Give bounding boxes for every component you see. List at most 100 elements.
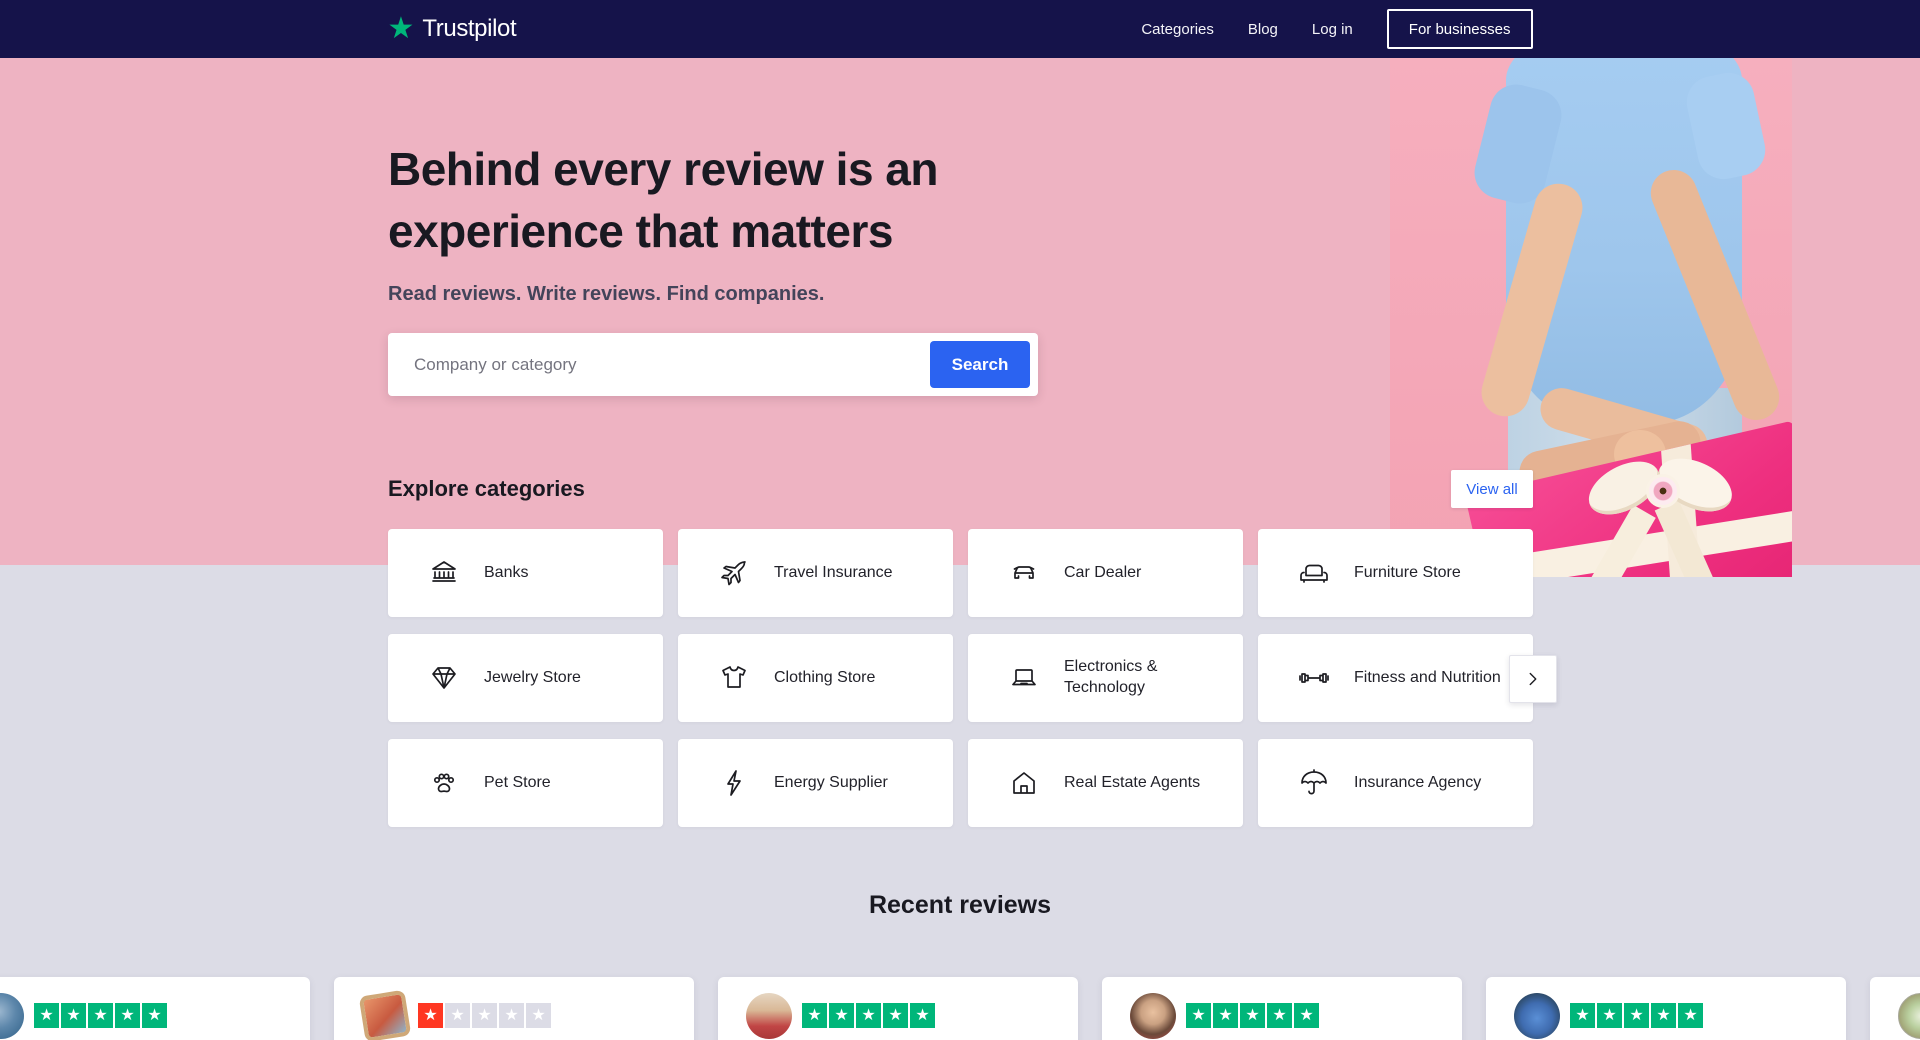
explore-categories-heading: Explore categories bbox=[388, 476, 585, 501]
chevron-right-icon bbox=[1529, 672, 1537, 686]
reviewer-avatar bbox=[1130, 993, 1176, 1039]
nav-links: Categories Blog Log in For businesses bbox=[1141, 9, 1533, 49]
bank-icon bbox=[428, 557, 460, 589]
nav-link-blog[interactable]: Blog bbox=[1248, 21, 1278, 38]
sofa-icon bbox=[1298, 557, 1330, 589]
main-content: Behind every review is an experience tha… bbox=[388, 58, 1533, 978]
star-rating-5-of-5: ★ ★ ★ ★ ★ bbox=[1186, 1003, 1319, 1028]
paw-icon bbox=[428, 767, 460, 799]
reviewer-avatar bbox=[0, 993, 24, 1039]
reviewer-avatar bbox=[1514, 993, 1560, 1039]
category-card-real-estate-agents[interactable]: Real Estate Agents bbox=[968, 739, 1243, 827]
tshirt-icon bbox=[718, 662, 750, 694]
star-filled-icon: ★ bbox=[115, 1003, 140, 1028]
category-card-insurance-agency[interactable]: Insurance Agency bbox=[1258, 739, 1533, 827]
star-filled-icon: ★ bbox=[1678, 1003, 1703, 1028]
star-filled-icon: ★ bbox=[910, 1003, 935, 1028]
laptop-icon bbox=[1008, 662, 1040, 694]
review-card[interactable]: ★ ★ ★ ★ ★ bbox=[1102, 977, 1462, 1040]
category-label: Banks bbox=[484, 563, 529, 581]
star-rating-5-of-5: ★ ★ ★ ★ ★ bbox=[802, 1003, 935, 1028]
lightning-icon bbox=[718, 767, 750, 799]
category-label: Fitness and Nutrition bbox=[1354, 668, 1501, 686]
dumbbell-icon bbox=[1298, 662, 1330, 694]
star-rating-1-of-5: ★ ★ ★ ★ ★ bbox=[418, 1003, 551, 1028]
star-empty-icon: ★ bbox=[499, 1003, 524, 1028]
review-card[interactable]: ★ ★ ★ ★ ★ bbox=[334, 977, 694, 1040]
review-card[interactable]: ★ ★ ★ ★ ★ bbox=[718, 977, 1078, 1040]
category-label: Clothing Store bbox=[774, 668, 876, 686]
category-card-furniture-store[interactable]: Furniture Store bbox=[1258, 529, 1533, 617]
category-card-fitness-and-nutrition[interactable]: Fitness and Nutrition bbox=[1258, 634, 1533, 722]
hero-subtitle: Read reviews. Write reviews. Find compan… bbox=[388, 283, 825, 305]
recent-reviews-heading: Recent reviews bbox=[868, 891, 1052, 919]
star-filled-icon: ★ bbox=[61, 1003, 86, 1028]
navbar-inner: ★ Trustpilot Categories Blog Log in For … bbox=[388, 0, 1533, 58]
star-filled-icon: ★ bbox=[1570, 1003, 1595, 1028]
star-empty-icon: ★ bbox=[445, 1003, 470, 1028]
hero-title: Behind every review is an experience tha… bbox=[388, 138, 939, 262]
trustpilot-homepage: ★ Trustpilot Categories Blog Log in For … bbox=[0, 0, 1920, 1040]
star-filled-icon: ★ bbox=[802, 1003, 827, 1028]
category-label: Electronics & Technology bbox=[1064, 658, 1158, 696]
umbrella-icon bbox=[1298, 767, 1330, 799]
star-filled-icon: ★ bbox=[88, 1003, 113, 1028]
carousel-next-button[interactable] bbox=[1509, 655, 1557, 703]
star-filled-icon: ★ bbox=[1294, 1003, 1319, 1028]
top-navbar: ★ Trustpilot Categories Blog Log in For … bbox=[0, 0, 1920, 58]
star-rating-5-of-5: ★ ★ ★ ★ ★ bbox=[34, 1003, 167, 1028]
star-filled-icon: ★ bbox=[1624, 1003, 1649, 1028]
star-filled-icon: ★ bbox=[1267, 1003, 1292, 1028]
car-icon bbox=[1008, 557, 1040, 589]
search-input[interactable] bbox=[388, 333, 930, 396]
reviewer-avatar bbox=[746, 993, 792, 1039]
nav-link-categories[interactable]: Categories bbox=[1141, 21, 1214, 38]
nav-link-login[interactable]: Log in bbox=[1312, 21, 1353, 38]
star-filled-icon: ★ bbox=[1240, 1003, 1265, 1028]
star-rating-5-of-5: ★ ★ ★ ★ ★ bbox=[1570, 1003, 1703, 1028]
category-label: Jewelry Store bbox=[484, 668, 581, 686]
category-label: Energy Supplier bbox=[774, 773, 888, 791]
trustpilot-logo[interactable]: ★ Trustpilot bbox=[388, 14, 517, 44]
review-card[interactable]: ★ ★ ★ ★ ★ bbox=[1486, 977, 1846, 1040]
hero-title-line1: Behind every review is an bbox=[388, 143, 939, 195]
search-button[interactable]: Search bbox=[930, 341, 1030, 388]
category-card-banks[interactable]: Banks bbox=[388, 529, 663, 617]
category-label: Car Dealer bbox=[1064, 563, 1142, 581]
category-card-travel-insurance[interactable]: Travel Insurance bbox=[678, 529, 953, 617]
house-icon bbox=[1008, 767, 1040, 799]
star-empty-icon: ★ bbox=[526, 1003, 551, 1028]
star-filled-icon: ★ bbox=[142, 1003, 167, 1028]
review-card[interactable]: ★ ★ ★ ★ ★ bbox=[0, 977, 310, 1040]
view-all-button[interactable]: View all bbox=[1451, 470, 1533, 508]
category-card-jewelry-store[interactable]: Jewelry Store bbox=[388, 634, 663, 722]
diamond-icon bbox=[428, 662, 460, 694]
star-filled-icon: ★ bbox=[34, 1003, 59, 1028]
category-card-pet-store[interactable]: Pet Store bbox=[388, 739, 663, 827]
hero-title-line2: experience that matters bbox=[388, 205, 893, 257]
explore-categories-row: Explore categories View all bbox=[388, 470, 1533, 508]
category-label: Travel Insurance bbox=[774, 563, 893, 581]
category-label: Furniture Store bbox=[1354, 563, 1461, 581]
category-grid: Banks Travel Insurance Car Dealer Furniture… bbox=[388, 529, 1533, 827]
category-card-car-dealer[interactable]: Car Dealer bbox=[968, 529, 1243, 617]
review-product-image bbox=[358, 989, 412, 1040]
star-empty-icon: ★ bbox=[472, 1003, 497, 1028]
category-label: Pet Store bbox=[484, 773, 551, 791]
recent-reviews-row: ★ ★ ★ ★ ★ ★ ★ ★ ★ ★ ★ ★ ★ ★ ★ ★ ★ ★ ★ ★ ★ ★ ★ ★ ★ bbox=[0, 977, 1920, 1040]
category-label: Real Estate Agents bbox=[1064, 773, 1201, 791]
plane-icon bbox=[718, 557, 750, 589]
star-filled-icon: ★ bbox=[1186, 1003, 1211, 1028]
review-card[interactable] bbox=[1870, 977, 1920, 1040]
category-card-electronics-technology[interactable]: Electronics & Technology bbox=[968, 634, 1243, 722]
category-card-clothing-store[interactable]: Clothing Store bbox=[678, 634, 953, 722]
star-filled-icon: ★ bbox=[418, 1003, 443, 1028]
star-filled-icon: ★ bbox=[883, 1003, 908, 1028]
company-logo-avatar bbox=[1898, 993, 1920, 1039]
trustpilot-star-icon: ★ bbox=[387, 12, 415, 45]
category-label: Insurance Agency bbox=[1354, 773, 1482, 791]
for-businesses-button[interactable]: For businesses bbox=[1386, 9, 1533, 49]
category-card-energy-supplier[interactable]: Energy Supplier bbox=[678, 739, 953, 827]
trustpilot-wordmark: Trustpilot bbox=[422, 15, 517, 42]
star-filled-icon: ★ bbox=[1651, 1003, 1676, 1028]
